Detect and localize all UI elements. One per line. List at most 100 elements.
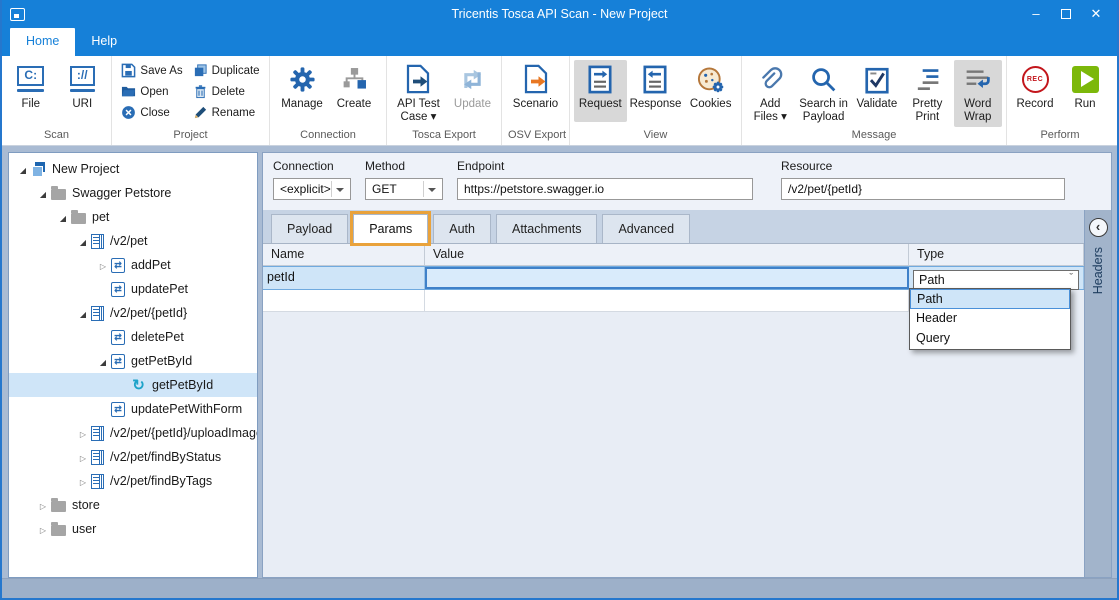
expand-toggle-icon[interactable] [77,306,89,320]
title-bar[interactable]: Tricentis Tosca API Scan - New Project –… [0,0,1119,28]
type-select[interactable]: Path [913,270,1079,290]
validate-check-icon [864,63,890,95]
dropdown-option-header[interactable]: Header [910,309,1070,329]
validate-button[interactable]: Validate [853,60,901,122]
pretty-print-button[interactable]: Pretty Print [903,60,951,127]
expand-toggle-icon[interactable] [37,522,49,536]
dropdown-option-path[interactable]: Path [910,289,1070,309]
expand-toggle-icon[interactable] [97,354,109,368]
group-label-message: Message [742,128,1006,145]
column-header-type[interactable]: Type [909,244,1084,266]
duplicate-button[interactable]: Duplicate [190,62,263,79]
tab-advanced[interactable]: Advanced [602,214,690,243]
resource-input[interactable] [781,178,1065,200]
tree-item[interactable]: store [9,493,257,517]
tree-item[interactable]: deletePet [9,325,257,349]
resource-icon [91,474,104,489]
type-dropdown-popup: Path Header Query [909,288,1071,350]
tree-item[interactable]: updatePetWithForm [9,397,257,421]
run-button[interactable]: Run [1061,60,1109,122]
request-doc-icon [588,63,612,95]
tree-item[interactable]: /v2/pet/findByTags [9,469,257,493]
expand-toggle-icon[interactable] [77,234,89,248]
param-name-cell[interactable]: petId [263,267,425,289]
tab-params[interactable]: Params [353,214,428,243]
method-select[interactable]: GET [365,178,443,200]
param-value-cell[interactable] [425,267,909,289]
uri-button[interactable]: :// URI [58,60,108,122]
uri-drive-icon: :// [70,66,95,92]
operation-icon [111,330,125,345]
tab-auth[interactable]: Auth [433,214,491,243]
manage-button[interactable]: Manage [277,60,327,122]
expand-toggle-icon[interactable] [37,186,49,200]
expand-toggle-icon[interactable] [77,450,89,464]
column-header-value[interactable]: Value [425,244,909,266]
column-header-name[interactable]: Name [263,244,425,266]
maximize-icon[interactable] [1061,9,1071,19]
expand-toggle-icon[interactable] [37,498,49,512]
request-view-button[interactable]: Request [574,60,627,122]
tree-item[interactable]: getPetById [9,349,257,373]
expand-toggle-icon[interactable] [17,162,29,176]
expand-toggle-icon[interactable] [97,258,109,272]
expand-toggle-icon[interactable] [77,426,89,440]
operation-icon [111,258,125,273]
minimize-icon[interactable]: – [1027,5,1045,23]
method-label: Method [365,159,443,173]
file-button[interactable]: C: File [6,60,56,122]
tab-help[interactable]: Help [75,28,133,56]
ribbon-group-scan: C: File :// URI Scan [2,56,112,145]
folder-icon [71,213,86,224]
rename-button[interactable]: Rename [190,104,263,121]
connection-select[interactable]: <explicit> [273,178,351,200]
tab-home[interactable]: Home [10,28,75,56]
tree-item[interactable]: updatePet [9,277,257,301]
tree-item[interactable]: addPet [9,253,257,277]
ribbon-group-message: Add Files ▾ Search in Payload Validate P… [742,56,1007,145]
table-row[interactable]: petId Path [263,266,1084,290]
tab-attachments[interactable]: Attachments [496,214,597,243]
app-icon [10,8,25,21]
window-title: Tricentis Tosca API Scan - New Project [0,7,1119,21]
tree-item[interactable]: /v2/pet/{petId} [9,301,257,325]
folder-icon [51,189,66,200]
tree-item[interactable]: pet [9,205,257,229]
tree-item[interactable]: New Project [9,157,257,181]
tree-item[interactable]: /v2/pet/findByStatus [9,445,257,469]
word-wrap-button[interactable]: Word Wrap [954,60,1002,127]
save-as-button[interactable]: Save As [118,62,185,79]
expand-toggle-icon[interactable] [77,474,89,488]
api-test-case-button[interactable]: API Test Case ▾ [391,60,446,127]
response-doc-icon [643,63,667,95]
endpoint-input[interactable] [457,178,753,200]
cookies-button[interactable]: Cookies [684,60,737,122]
gear-icon [288,63,317,95]
record-icon: REC [1022,66,1049,93]
tree-item-selected[interactable]: getPetById [9,373,257,397]
search-in-payload-button[interactable]: Search in Payload [796,60,850,127]
chevron-left-icon[interactable]: ‹ [1089,218,1108,237]
add-files-button[interactable]: Add Files ▾ [746,60,794,127]
response-view-button[interactable]: Response [629,60,683,122]
document-export-orange-icon [523,63,549,95]
update-button[interactable]: Update [448,60,497,122]
request-bar: Connection <explicit> Method GET Endpoin… [263,153,1111,210]
tree-item[interactable]: /v2/pet/{petId}/uploadImage [9,421,257,445]
close-project-button[interactable]: Close [118,104,185,121]
scenario-button[interactable]: Scenario [511,60,561,122]
grid-header-row: Name Value Type [263,244,1084,266]
tree-item[interactable]: Swagger Petstore [9,181,257,205]
tab-payload[interactable]: Payload [271,214,348,243]
record-button[interactable]: REC Record [1011,60,1059,122]
close-icon[interactable]: ✕ [1087,5,1105,23]
dropdown-option-query[interactable]: Query [910,329,1070,349]
tree-item[interactable]: user [9,517,257,541]
group-label-project: Project [112,128,269,145]
delete-button[interactable]: Delete [190,83,263,100]
expand-toggle-icon[interactable] [57,210,69,224]
headers-flyout-tab[interactable]: Headers [1091,247,1105,294]
open-button[interactable]: Open [118,83,185,100]
tree-item[interactable]: /v2/pet [9,229,257,253]
create-button[interactable]: Create [329,60,379,122]
